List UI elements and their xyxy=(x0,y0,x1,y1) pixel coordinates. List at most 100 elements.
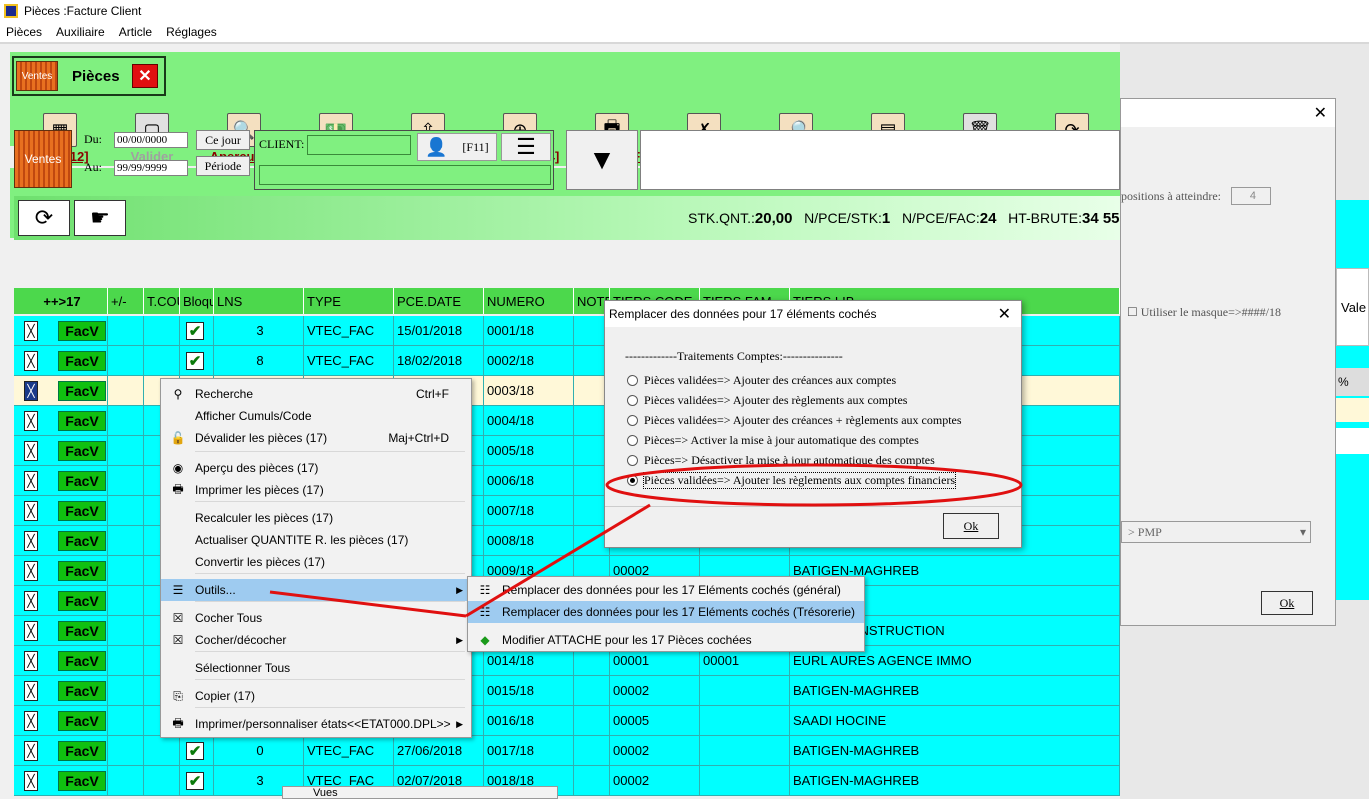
submenu-replace-tresorerie[interactable]: ☷ Remplacer des données pour les 17 Elém… xyxy=(468,601,864,623)
check-icon[interactable]: ✔ xyxy=(186,741,204,760)
doc-type-badge: FacV xyxy=(58,470,106,491)
row-select-cell[interactable]: ╳ FacV xyxy=(14,466,108,495)
radio-icon xyxy=(627,434,638,446)
close-icon[interactable]: ✕ xyxy=(1314,103,1327,123)
radio-option-5[interactable]: Pièces validées=> Ajouter les règlements… xyxy=(627,471,957,489)
menu-pieces[interactable]: Pièces xyxy=(6,25,42,39)
context-item-9[interactable]: ☒ Cocher Tous xyxy=(161,607,471,629)
radio-option-3[interactable]: Pièces=> Activer la mise à jour automati… xyxy=(627,431,919,449)
row-select-cell[interactable]: ╳ FacV xyxy=(14,766,108,795)
row-checkbox[interactable]: ╳ xyxy=(24,380,38,401)
close-icon[interactable]: ✕ xyxy=(998,304,1011,324)
row-select-cell[interactable]: ╳ FacV xyxy=(14,346,108,375)
column-header[interactable]: PCE.DATE xyxy=(394,288,484,314)
submenu-replace-general[interactable]: ☷ Remplacer des données pour les 17 Elém… xyxy=(468,579,864,601)
row-checkbox[interactable]: ╳ xyxy=(24,530,38,551)
context-item-1[interactable]: Afficher Cumuls/Code xyxy=(161,405,471,427)
row-select-cell[interactable]: ╳ FacV xyxy=(14,526,108,555)
context-item-2[interactable]: 🔓 Dévalider les pièces (17) Maj+Ctrl+D xyxy=(161,427,471,449)
row-select-cell[interactable]: ╳ FacV xyxy=(14,316,108,345)
context-item-13[interactable]: 🖶 Imprimer/personnaliser états<<ETAT000.D… xyxy=(161,713,471,735)
row-checkbox[interactable]: ╳ xyxy=(24,320,38,341)
background-ok-button[interactable]: Ok xyxy=(1261,591,1313,615)
context-item-6[interactable]: Actualiser QUANTITE R. les pièces (17) xyxy=(161,529,471,551)
client-field[interactable] xyxy=(307,135,411,155)
check-icon[interactable]: ✔ xyxy=(186,771,204,790)
client-lookup-button[interactable]: 👤 [F11] xyxy=(417,133,497,161)
close-icon[interactable]: ✕ xyxy=(132,64,158,88)
column-header[interactable]: Bloqu xyxy=(180,288,214,314)
au-field[interactable]: 99/99/9999 xyxy=(114,160,188,176)
row-select-cell[interactable]: ╳ FacV xyxy=(14,376,108,405)
column-header[interactable]: +/- xyxy=(108,288,144,314)
context-item-5[interactable]: Recalculer les pièces (17) xyxy=(161,507,471,529)
positions-spinner[interactable]: 4 xyxy=(1231,187,1271,205)
submenu-modify-attache[interactable]: ◆ Modifier ATTACHE pour les 17 Pièces co… xyxy=(468,629,864,651)
tab-pieces[interactable]: Ventes Pièces ✕ xyxy=(12,56,166,96)
row-select-cell[interactable]: ╳ FacV xyxy=(14,736,108,765)
context-item-7[interactable]: Convertir les pièces (17) xyxy=(161,551,471,573)
tools-icon: ☰ xyxy=(172,583,184,597)
row-checkbox[interactable]: ╳ xyxy=(24,740,38,761)
mask-checkbox-label[interactable]: ☐ Utiliser le masque=>####/18 xyxy=(1127,305,1281,320)
menu-reglages[interactable]: Réglages xyxy=(166,25,217,39)
column-header[interactable]: TYPE xyxy=(304,288,394,314)
row-select-cell[interactable]: ╳ FacV xyxy=(14,676,108,705)
context-item-10[interactable]: ☒ Cocher/décocher ▶ xyxy=(161,629,471,651)
context-item-12[interactable]: ⎘ Copier (17) xyxy=(161,685,471,707)
context-item-4[interactable]: 🖶 Imprimer les pièces (17) xyxy=(161,479,471,501)
row-checkbox[interactable]: ╳ xyxy=(24,590,38,611)
column-header[interactable]: LNS xyxy=(214,288,304,314)
row-checkbox[interactable]: ╳ xyxy=(24,770,38,791)
today-button[interactable]: Ce jour xyxy=(196,130,250,150)
row-select-cell[interactable]: ╳ FacV xyxy=(14,586,108,615)
npce-stk-label: N/PCE/STK: xyxy=(804,210,882,226)
refresh-icon[interactable]: ⟳ xyxy=(18,200,70,236)
table-row[interactable]: ╳ FacV ✔ 0 VTEC_FAC 27/06/2018 0017/18 00002 BAT… xyxy=(14,736,1120,766)
context-item-0[interactable]: ⚲ Recherche Ctrl+F xyxy=(161,383,471,405)
pointer-hand-icon[interactable]: ☛ xyxy=(74,200,126,236)
menu-article[interactable]: Article xyxy=(119,25,152,39)
row-select-cell[interactable]: ╳ FacV xyxy=(14,436,108,465)
row-checkbox[interactable]: ╳ xyxy=(24,500,38,521)
row-checkbox[interactable]: ╳ xyxy=(24,650,38,671)
client-name-field[interactable] xyxy=(259,165,551,185)
row-select-cell[interactable]: ╳ FacV xyxy=(14,706,108,735)
row-checkbox[interactable]: ╳ xyxy=(24,680,38,701)
row-select-cell[interactable]: ╳ FacV xyxy=(14,616,108,645)
column-header[interactable]: NUMERO xyxy=(484,288,574,314)
radio-option-2[interactable]: Pièces validées=> Ajouter des créances +… xyxy=(627,411,962,429)
row-select-cell[interactable]: ╳ FacV xyxy=(14,496,108,525)
context-item-11[interactable]: Sélectionner Tous xyxy=(161,657,471,679)
filter-text-area[interactable] xyxy=(640,130,1120,190)
period-button[interactable]: Période xyxy=(196,156,250,176)
check-icon[interactable]: ✔ xyxy=(186,321,204,340)
row-select-cell[interactable]: ╳ FacV xyxy=(14,406,108,435)
radio-option-4[interactable]: Pièces=> Désactiver la mise à jour autom… xyxy=(627,451,935,469)
table-row[interactable]: ╳ FacV ✔ 3 VTEC_FAC 02/07/2018 0018/18 00002 BAT… xyxy=(14,766,1120,796)
du-field[interactable]: 00/00/0000 xyxy=(114,132,188,148)
funnel-icon[interactable]: ▼ xyxy=(566,130,638,190)
binoculars-icon: ⚲ xyxy=(173,387,183,401)
row-checkbox[interactable]: ╳ xyxy=(24,620,38,641)
row-checkbox[interactable]: ╳ xyxy=(24,350,38,371)
radio-option-1[interactable]: Pièces validées=> Ajouter des règlements… xyxy=(627,391,907,409)
check-icon[interactable]: ✔ xyxy=(186,351,204,370)
pmp-combo[interactable]: > PMP ▾ xyxy=(1121,521,1311,543)
column-header[interactable]: T.COU xyxy=(144,288,180,314)
context-item-3[interactable]: ◉ Aperçu des pièces (17) xyxy=(161,457,471,479)
ok-button[interactable]: Ok xyxy=(943,513,999,539)
hamburger-icon[interactable]: ☰ xyxy=(501,133,551,161)
context-item-8[interactable]: ☰ Outils... ▶ xyxy=(161,579,471,601)
row-checkbox[interactable]: ╳ xyxy=(24,440,38,461)
row-checkbox[interactable]: ╳ xyxy=(24,410,38,431)
row-select-cell[interactable]: ╳ FacV xyxy=(14,556,108,585)
note-cell xyxy=(574,676,610,705)
radio-option-0[interactable]: Pièces validées=> Ajouter des créances a… xyxy=(627,371,896,389)
row-checkbox[interactable]: ╳ xyxy=(24,560,38,581)
column-header[interactable]: ++>17 xyxy=(14,288,108,314)
row-select-cell[interactable]: ╳ FacV xyxy=(14,646,108,675)
row-checkbox[interactable]: ╳ xyxy=(24,470,38,491)
menu-auxiliaire[interactable]: Auxiliaire xyxy=(56,25,105,39)
row-checkbox[interactable]: ╳ xyxy=(24,710,38,731)
